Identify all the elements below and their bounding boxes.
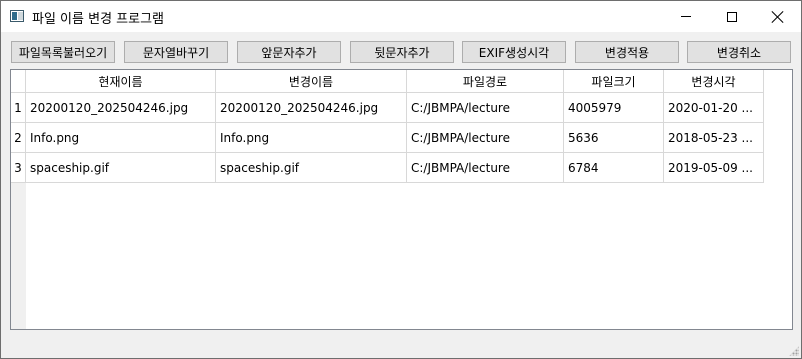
column-header-current-name[interactable]: 현재이름: [26, 70, 216, 93]
load-file-list-button[interactable]: 파일목록불러오기: [11, 41, 115, 63]
table-cell[interactable]: 2020-01-20 ...: [664, 93, 764, 123]
table-cell[interactable]: 4005979: [564, 93, 664, 123]
main-window: 파일 이름 변경 프로그램 파일목록불러오기 문자열바꾸기 앞문자추가 뒷문자추…: [0, 0, 802, 359]
apply-changes-button[interactable]: 변경적용: [575, 41, 679, 63]
maximize-icon: [727, 11, 737, 22]
row-header[interactable]: 3: [11, 153, 26, 183]
table-cell[interactable]: spaceship.gif: [216, 153, 407, 183]
maximize-button[interactable]: [709, 1, 755, 32]
close-button[interactable]: [755, 1, 801, 32]
minimize-button[interactable]: [663, 1, 709, 32]
replace-string-button[interactable]: 문자열바꾸기: [124, 41, 228, 63]
table-cell[interactable]: 6784: [564, 153, 664, 183]
title-bar: 파일 이름 변경 프로그램: [1, 1, 801, 32]
minimize-icon: [681, 16, 691, 17]
row-header[interactable]: 1: [11, 93, 26, 123]
column-header-new-name[interactable]: 변경이름: [216, 70, 407, 93]
row-header[interactable]: 2: [11, 123, 26, 153]
table-cell[interactable]: Info.png: [216, 123, 407, 153]
status-bar: [1, 336, 801, 358]
table-cell[interactable]: 5636: [564, 123, 664, 153]
table-cell[interactable]: Info.png: [26, 123, 216, 153]
resize-grip-icon[interactable]: [789, 346, 799, 356]
table-cell[interactable]: spaceship.gif: [26, 153, 216, 183]
table-cell[interactable]: 20200120_202504246.jpg: [26, 93, 216, 123]
column-header-file-path[interactable]: 파일경로: [407, 70, 564, 93]
window-title: 파일 이름 변경 프로그램: [32, 12, 164, 27]
table-cell[interactable]: C:/JBMPA/lecture: [407, 123, 564, 153]
table-cell[interactable]: 20200120_202504246.jpg: [216, 93, 407, 123]
table-cell[interactable]: C:/JBMPA/lecture: [407, 153, 564, 183]
table-cell[interactable]: 2019-05-09 ...: [664, 153, 764, 183]
column-header-modified-time[interactable]: 변경시각: [664, 70, 764, 93]
app-icon: [10, 10, 24, 22]
table-corner[interactable]: [11, 70, 26, 93]
column-header-file-size[interactable]: 파일크기: [564, 70, 664, 93]
add-suffix-button[interactable]: 뒷문자추가: [350, 41, 454, 63]
cancel-changes-button[interactable]: 변경취소: [687, 41, 791, 63]
table-cell[interactable]: C:/JBMPA/lecture: [407, 93, 564, 123]
close-icon: [772, 11, 784, 23]
file-table[interactable]: 현재이름 변경이름 파일경로 파일크기 변경시각 1 20200120_2025…: [10, 69, 793, 330]
exif-time-button[interactable]: EXIF생성시각: [462, 41, 566, 63]
table-cell[interactable]: 2018-05-23 ...: [664, 123, 764, 153]
add-prefix-button[interactable]: 앞문자추가: [237, 41, 341, 63]
